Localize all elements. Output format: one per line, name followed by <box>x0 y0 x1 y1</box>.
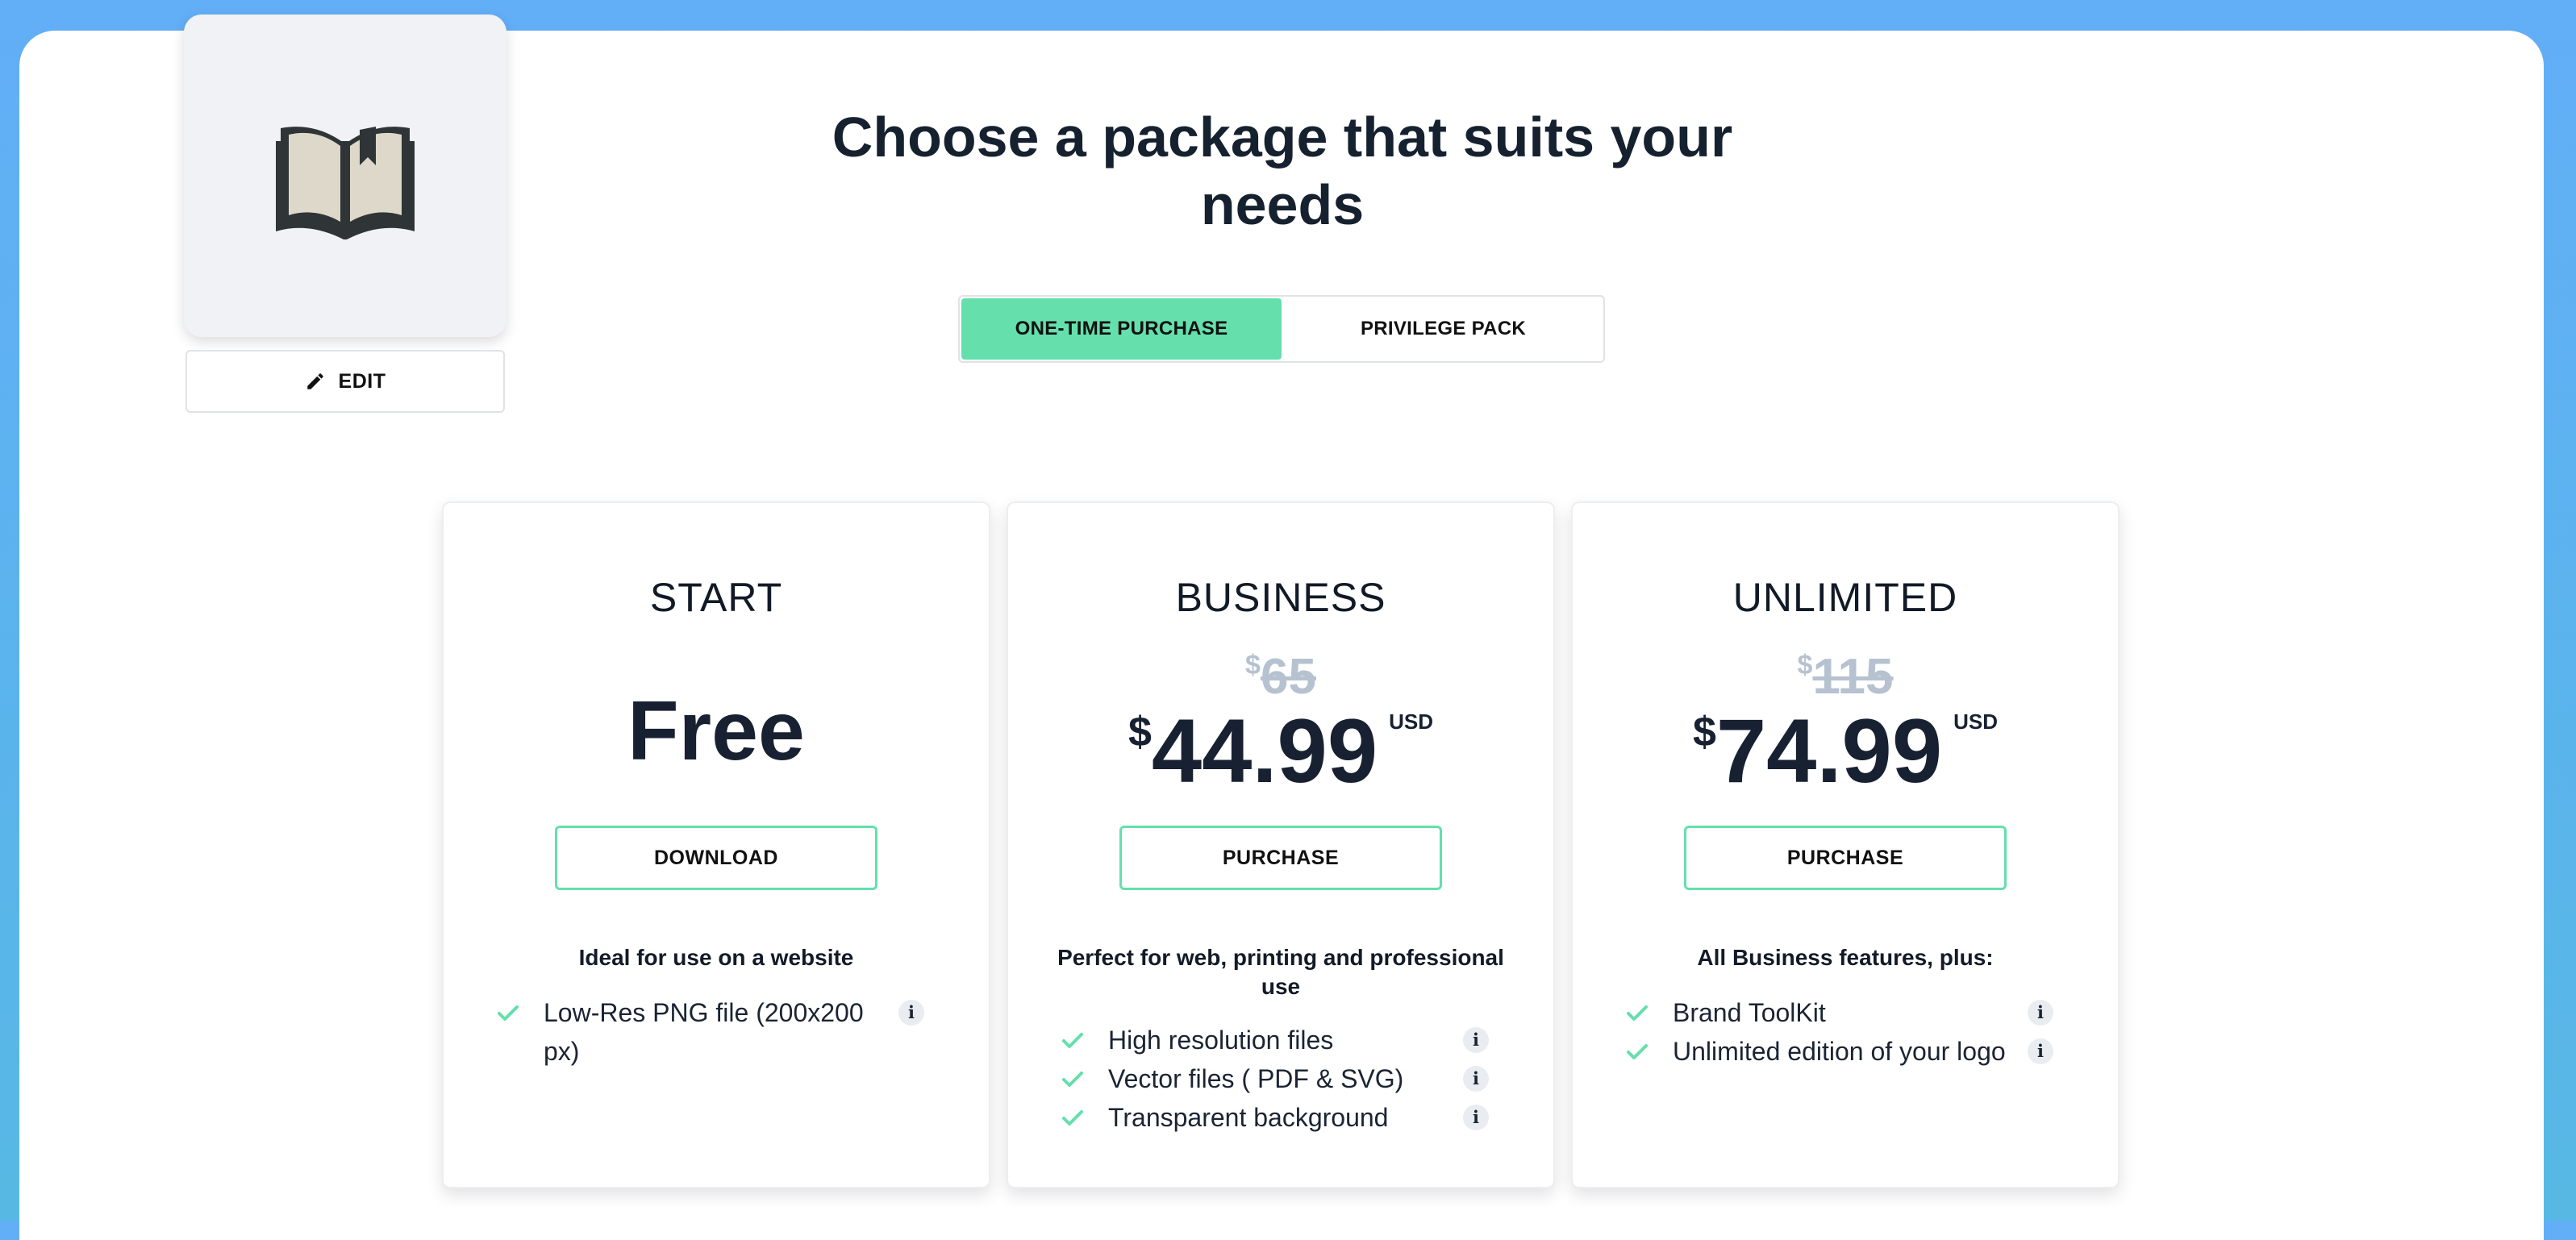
feature-item: Unlimited edition of your logo i <box>1621 1032 2070 1071</box>
tab-one-time-purchase[interactable]: ONE-TIME PURCHASE <box>961 298 1282 360</box>
page-title: Choose a package that suits your needs <box>832 106 1733 236</box>
feature-text: Low-Res PNG file (200x200 px) <box>544 998 864 1066</box>
plan-title: BUSINESS <box>1175 575 1386 620</box>
pencil-icon <box>306 373 323 389</box>
price-amount: 74.99 <box>1715 701 1943 801</box>
plan-price: Free <box>627 684 805 778</box>
plan-card-business: BUSINESS $65 $44.99 USD PURCHASE Perfect … <box>1007 501 1555 1188</box>
price-amount: 44.99 <box>1151 701 1378 801</box>
edit-label: EDIT <box>338 369 386 393</box>
plan-price: $74.99 USD <box>1573 703 2118 800</box>
check-icon <box>1057 1098 1108 1127</box>
old-currency: $ <box>1797 650 1813 680</box>
original-price: $115 <box>1573 648 2118 705</box>
info-icon[interactable]: i <box>898 1000 924 1026</box>
plan-title: UNLIMITED <box>1732 575 1958 620</box>
plan-subtitle: Ideal for use on a website <box>578 945 854 970</box>
feature-list: Low-Res PNG file (200x200 px) i <box>492 993 940 1071</box>
currency-symbol: $ <box>1128 709 1152 755</box>
old-amount: 115 <box>1812 649 1894 705</box>
open-book-icon <box>276 127 415 239</box>
plan-card-unlimited: UNLIMITED $115 $74.99 USD PURCHASE All Bu… <box>1571 501 2120 1188</box>
feature-text: High resolution files <box>1108 1026 1334 1055</box>
purchase-button[interactable]: PURCHASE <box>1684 826 2007 890</box>
plan-title: START <box>649 575 783 620</box>
info-icon[interactable]: i <box>1463 1105 1489 1130</box>
edit-button[interactable]: EDIT <box>185 350 505 413</box>
purchase-button[interactable]: PURCHASE <box>1119 826 1442 890</box>
info-icon[interactable]: i <box>2028 1038 2053 1064</box>
info-icon[interactable]: i <box>2028 1000 2053 1026</box>
currency-code: USD <box>1953 709 1999 734</box>
download-button[interactable]: DOWNLOAD <box>555 826 877 890</box>
plan-subtitle: Perfect for web, printing and profession… <box>1057 945 1504 999</box>
check-icon <box>492 993 544 1022</box>
check-icon <box>1057 1021 1108 1050</box>
feature-item: Brand ToolKit i <box>1621 993 2070 1032</box>
plan-card-start: START Free DOWNLOAD Ideal for use on a w… <box>442 501 990 1188</box>
feature-text: Unlimited edition of your logo <box>1673 1037 2006 1066</box>
purchase-type-toggle: ONE-TIME PURCHASE PRIVILEGE PACK <box>958 295 1605 363</box>
check-icon <box>1621 1032 1673 1061</box>
logo-preview <box>184 15 506 337</box>
feature-text: Vector files ( PDF & SVG) <box>1108 1064 1404 1093</box>
currency-code: USD <box>1389 709 1434 734</box>
check-icon <box>1621 993 1673 1022</box>
feature-list: Brand ToolKit i Unlimited edition of you… <box>1621 993 2070 1071</box>
feature-item: Low-Res PNG file (200x200 px) i <box>492 993 940 1071</box>
plan-price: $44.99 USD <box>1008 703 1553 800</box>
check-icon <box>1057 1059 1108 1088</box>
feature-item: Transparent background i <box>1057 1098 1505 1137</box>
feature-list: High resolution files i Vector files ( P… <box>1057 1021 1505 1137</box>
feature-text: Transparent background <box>1108 1103 1389 1132</box>
old-currency: $ <box>1245 650 1261 680</box>
info-icon[interactable]: i <box>1463 1027 1489 1053</box>
feature-text: Brand ToolKit <box>1673 998 1826 1027</box>
info-icon[interactable]: i <box>1463 1066 1489 1092</box>
tab-privilege-pack[interactable]: PRIVILEGE PACK <box>1283 297 1603 361</box>
old-amount: 65 <box>1260 649 1316 705</box>
plan-subtitle: All Business features, plus: <box>1697 945 1994 970</box>
original-price: $65 <box>1008 648 1553 705</box>
feature-item: Vector files ( PDF & SVG) i <box>1057 1059 1505 1098</box>
feature-item: High resolution files i <box>1057 1021 1505 1059</box>
currency-symbol: $ <box>1692 709 1716 755</box>
